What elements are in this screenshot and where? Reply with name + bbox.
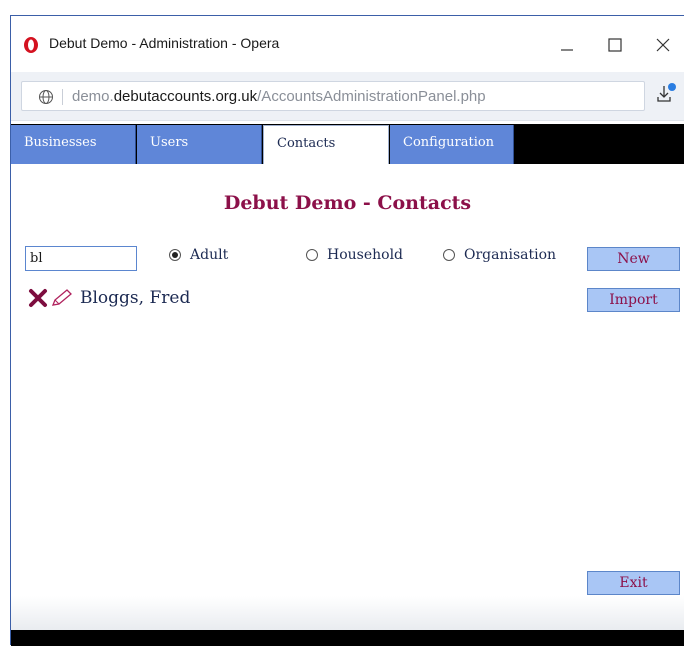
url-field[interactable]: demo.debutaccounts.org.uk/AccountsAdmini… — [21, 81, 645, 111]
download-icon[interactable] — [655, 82, 677, 106]
radio-label: Organisation — [464, 247, 557, 263]
tab-users[interactable]: Users — [137, 125, 262, 164]
tab-label: Contacts — [277, 136, 336, 151]
search-input[interactable] — [25, 246, 137, 271]
url-path: /AccountsAdministrationPanel.php — [257, 88, 486, 105]
maximize-button[interactable] — [595, 28, 635, 62]
tab-businesses[interactable]: Businesses — [11, 125, 136, 164]
page-title: Debut Demo - Contacts — [223, 192, 472, 214]
import-button[interactable]: Import — [587, 288, 680, 312]
new-button[interactable]: New — [587, 247, 680, 271]
edit-pencil-icon[interactable] — [50, 288, 74, 308]
radio-adult[interactable]: Adult — [169, 247, 228, 263]
content-area — [11, 164, 684, 596]
url-separator — [62, 89, 63, 105]
globe-icon — [39, 90, 53, 104]
tab-label: Configuration — [403, 135, 495, 150]
url-prefix: demo. — [72, 88, 114, 105]
minimize-button[interactable] — [547, 28, 587, 62]
contact-name[interactable]: Bloggs, Fred — [80, 288, 190, 308]
tab-bar: Businesses Users Contacts Configuration — [11, 124, 684, 164]
radio-unselected-icon — [306, 249, 318, 261]
title-bar: Debut Demo - Administration - Opera — [11, 16, 684, 72]
close-icon — [656, 38, 670, 52]
maximize-icon — [608, 38, 622, 52]
radio-label: Household — [327, 247, 404, 263]
address-bar: demo.debutaccounts.org.uk/AccountsAdmini… — [11, 72, 684, 121]
delete-icon[interactable] — [28, 288, 48, 308]
opera-logo-icon — [24, 37, 38, 53]
url-domain: debutaccounts.org.uk — [113, 88, 258, 105]
radio-organisation[interactable]: Organisation — [443, 247, 556, 263]
tab-configuration[interactable]: Configuration — [390, 125, 514, 164]
browser-window: Debut Demo - Administration - Opera demo… — [10, 15, 684, 646]
list-item: Bloggs, Fred — [28, 288, 190, 308]
window-title: Debut Demo - Administration - Opera — [49, 35, 280, 51]
radio-selected-icon — [169, 249, 181, 261]
radio-label: Adult — [190, 247, 229, 263]
exit-button[interactable]: Exit — [587, 571, 680, 595]
tab-label: Businesses — [24, 135, 97, 150]
minimize-icon — [561, 49, 573, 51]
radio-household[interactable]: Household — [306, 247, 403, 263]
tab-contacts[interactable]: Contacts — [263, 125, 389, 164]
status-area — [11, 596, 684, 630]
url-text: demo.debutaccounts.org.uk/AccountsAdmini… — [72, 88, 486, 105]
tab-label: Users — [150, 135, 189, 150]
bottom-border — [11, 630, 684, 646]
radio-unselected-icon — [443, 249, 455, 261]
close-button[interactable] — [643, 28, 683, 62]
